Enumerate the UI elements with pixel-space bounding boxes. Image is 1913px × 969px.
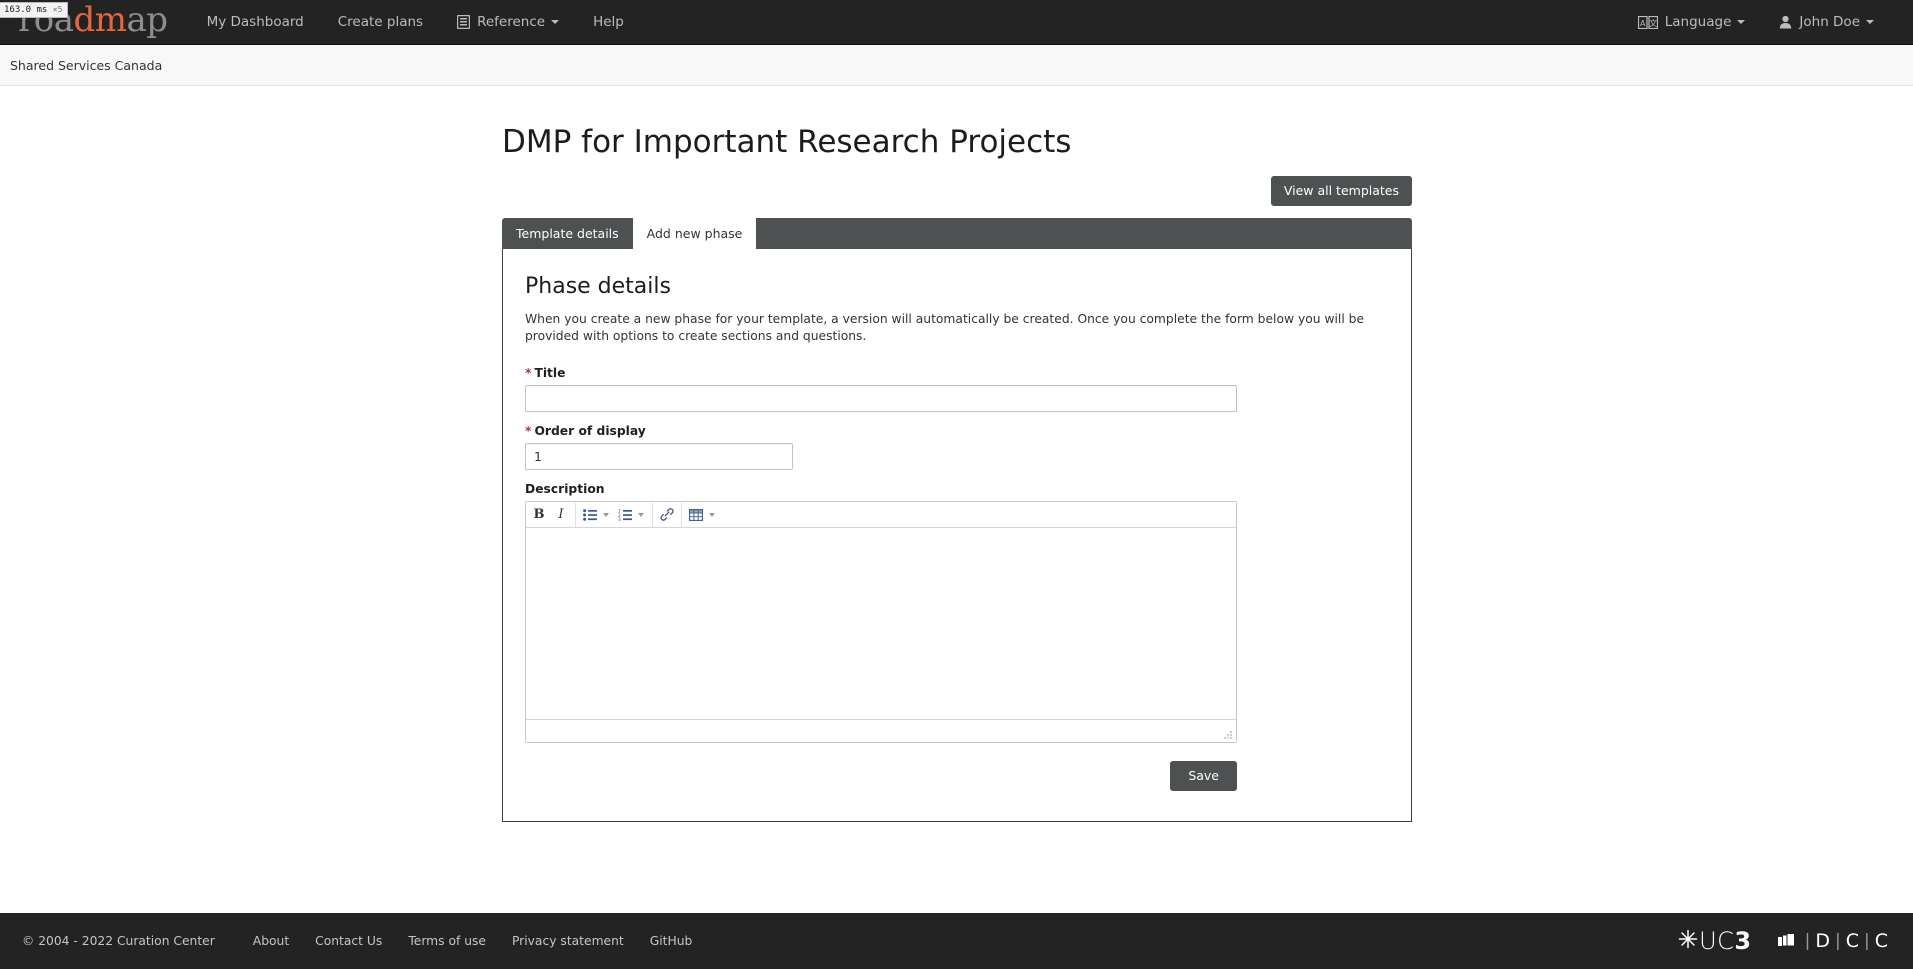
nav-item-my-dashboard[interactable]: My Dashboard xyxy=(190,0,321,45)
view-all-templates-button[interactable]: View all templates xyxy=(1270,176,1412,206)
toolbar-group-link xyxy=(656,502,678,527)
tab-add-new-phase[interactable]: Add new phase xyxy=(632,218,757,249)
link-icon[interactable] xyxy=(656,504,678,526)
footer-links: © 2004 - 2022 Curation Center About Cont… xyxy=(22,934,705,948)
required-marker: * xyxy=(525,424,532,438)
nav-item-reference[interactable]: Reference xyxy=(440,0,576,45)
perf-badge-multiplier: ×5 xyxy=(52,5,63,14)
save-button[interactable]: Save xyxy=(1170,761,1237,791)
nav-label-reference: Reference xyxy=(477,14,546,30)
copyright-text: © 2004 - 2022 Curation Center xyxy=(22,934,215,948)
toolbar-group-lists: 1 2 3 xyxy=(579,502,649,527)
svg-text:A: A xyxy=(1640,18,1646,27)
dcc-letter-c2: C xyxy=(1874,930,1889,952)
book-icon xyxy=(457,15,471,29)
chevron-down-icon xyxy=(1866,20,1874,24)
dcc-divider: | xyxy=(1863,931,1871,951)
perf-debug-badge: 163.0 ms ×5 xyxy=(0,2,69,18)
dcc-letter-d: D xyxy=(1815,930,1831,952)
top-navbar: roadmap My Dashboard Create plans Refere… xyxy=(0,0,1913,45)
unordered-list-icon[interactable] xyxy=(579,504,601,526)
organisation-name: Shared Services Canada xyxy=(10,57,163,73)
page-actions: View all templates xyxy=(502,176,1412,206)
section-title: Phase details xyxy=(525,274,671,299)
footer-logos: UC 3 | D | C | C xyxy=(1677,928,1899,954)
italic-icon[interactable]: I xyxy=(550,504,572,526)
field-group-title: * Title xyxy=(525,366,1389,412)
description-editor-body[interactable] xyxy=(526,528,1236,720)
title-label-text: Title xyxy=(534,366,566,380)
uc3-logo[interactable]: UC 3 xyxy=(1677,928,1752,954)
uc3-text-uc: UC xyxy=(1699,927,1735,955)
uc3-asterisk-icon xyxy=(1677,928,1699,954)
user-name-label: John Doe xyxy=(1799,14,1860,30)
order-of-display-input[interactable] xyxy=(525,443,793,470)
toolbar-group-table xyxy=(685,502,720,527)
footer-link-about[interactable]: About xyxy=(240,934,302,948)
svg-text:3: 3 xyxy=(618,517,621,521)
organisation-bar: Shared Services Canada xyxy=(0,45,1913,86)
footer-link-contact-us[interactable]: Contact Us xyxy=(302,934,395,948)
dcc-divider: | xyxy=(1804,931,1812,951)
title-label: * Title xyxy=(525,366,1389,380)
user-menu[interactable]: John Doe xyxy=(1762,0,1891,45)
form-actions: Save xyxy=(525,761,1237,791)
dcc-divider: | xyxy=(1834,931,1842,951)
toolbar-divider xyxy=(575,502,576,527)
uc3-text-3: 3 xyxy=(1734,927,1752,955)
nav-right-group: A 文 Language John Doe xyxy=(1621,0,1891,45)
title-input[interactable] xyxy=(525,385,1237,412)
page-footer: © 2004 - 2022 Curation Center About Cont… xyxy=(0,913,1913,969)
nav-item-create-plans[interactable]: Create plans xyxy=(321,0,440,45)
toolbar-divider xyxy=(681,502,682,527)
field-group-order: * Order of display xyxy=(525,424,1389,470)
svg-text:文: 文 xyxy=(1649,17,1657,27)
nav-item-help[interactable]: Help xyxy=(576,0,641,45)
user-avatar-icon xyxy=(1779,15,1792,29)
table-dropdown-caret-icon[interactable] xyxy=(709,512,715,517)
order-of-display-label: * Order of display xyxy=(525,424,1389,438)
language-icon: A 文 xyxy=(1637,15,1658,29)
main-content: DMP for Important Research Projects View… xyxy=(0,86,1913,822)
nav-label-help: Help xyxy=(593,14,624,30)
toolbar-divider xyxy=(652,502,653,527)
section-description: When you create a new phase for your tem… xyxy=(525,312,1365,343)
dcc-letter-c1: C xyxy=(1845,930,1860,952)
ordered-list-dropdown-caret-icon[interactable] xyxy=(638,512,644,517)
required-marker: * xyxy=(525,366,532,380)
perf-badge-time: 163.0 ms xyxy=(4,5,48,15)
footer-link-privacy-statement[interactable]: Privacy statement xyxy=(499,934,637,948)
unordered-list-dropdown-caret-icon[interactable] xyxy=(603,512,609,517)
language-menu[interactable]: A 文 Language xyxy=(1621,0,1763,45)
dcc-squares-icon xyxy=(1777,932,1796,950)
field-group-description: Description B I 1 2 3 xyxy=(525,482,1389,743)
nav-label-my-dashboard: My Dashboard xyxy=(206,14,304,30)
tabs-wrapper: Template details Add new phase xyxy=(502,218,1412,249)
editor-status-bar xyxy=(526,720,1236,742)
editor-resize-handle[interactable] xyxy=(1222,729,1233,740)
chevron-down-icon xyxy=(551,20,560,24)
dcc-logo[interactable]: | D | C | C xyxy=(1777,930,1889,952)
logo-part-tail: ap xyxy=(126,0,169,40)
footer-link-terms-of-use[interactable]: Terms of use xyxy=(395,934,499,948)
ordered-list-icon[interactable]: 1 2 3 xyxy=(614,504,636,526)
bold-icon[interactable]: B xyxy=(528,504,550,526)
tab-list: Template details Add new phase xyxy=(502,218,1412,249)
rich-text-editor: B I 1 2 3 xyxy=(525,501,1237,743)
tab-template-details[interactable]: Template details xyxy=(502,218,633,249)
editor-toolbar: B I 1 2 3 xyxy=(526,502,1236,528)
page-title: DMP for Important Research Projects xyxy=(502,124,1072,160)
phase-details-panel: Phase details When you create a new phas… xyxy=(502,249,1412,822)
footer-link-github[interactable]: GitHub xyxy=(637,934,706,948)
order-label-text: Order of display xyxy=(534,424,646,438)
chevron-down-icon xyxy=(1737,20,1746,24)
table-icon[interactable] xyxy=(685,504,707,526)
nav-label-create-plans: Create plans xyxy=(337,14,424,30)
toolbar-group-basic-styles: B I xyxy=(528,502,572,527)
description-label: Description xyxy=(525,482,605,496)
language-label: Language xyxy=(1664,14,1732,30)
logo-part-accent: dm xyxy=(73,0,128,40)
primary-nav: My Dashboard Create plans Reference Help xyxy=(190,0,641,44)
